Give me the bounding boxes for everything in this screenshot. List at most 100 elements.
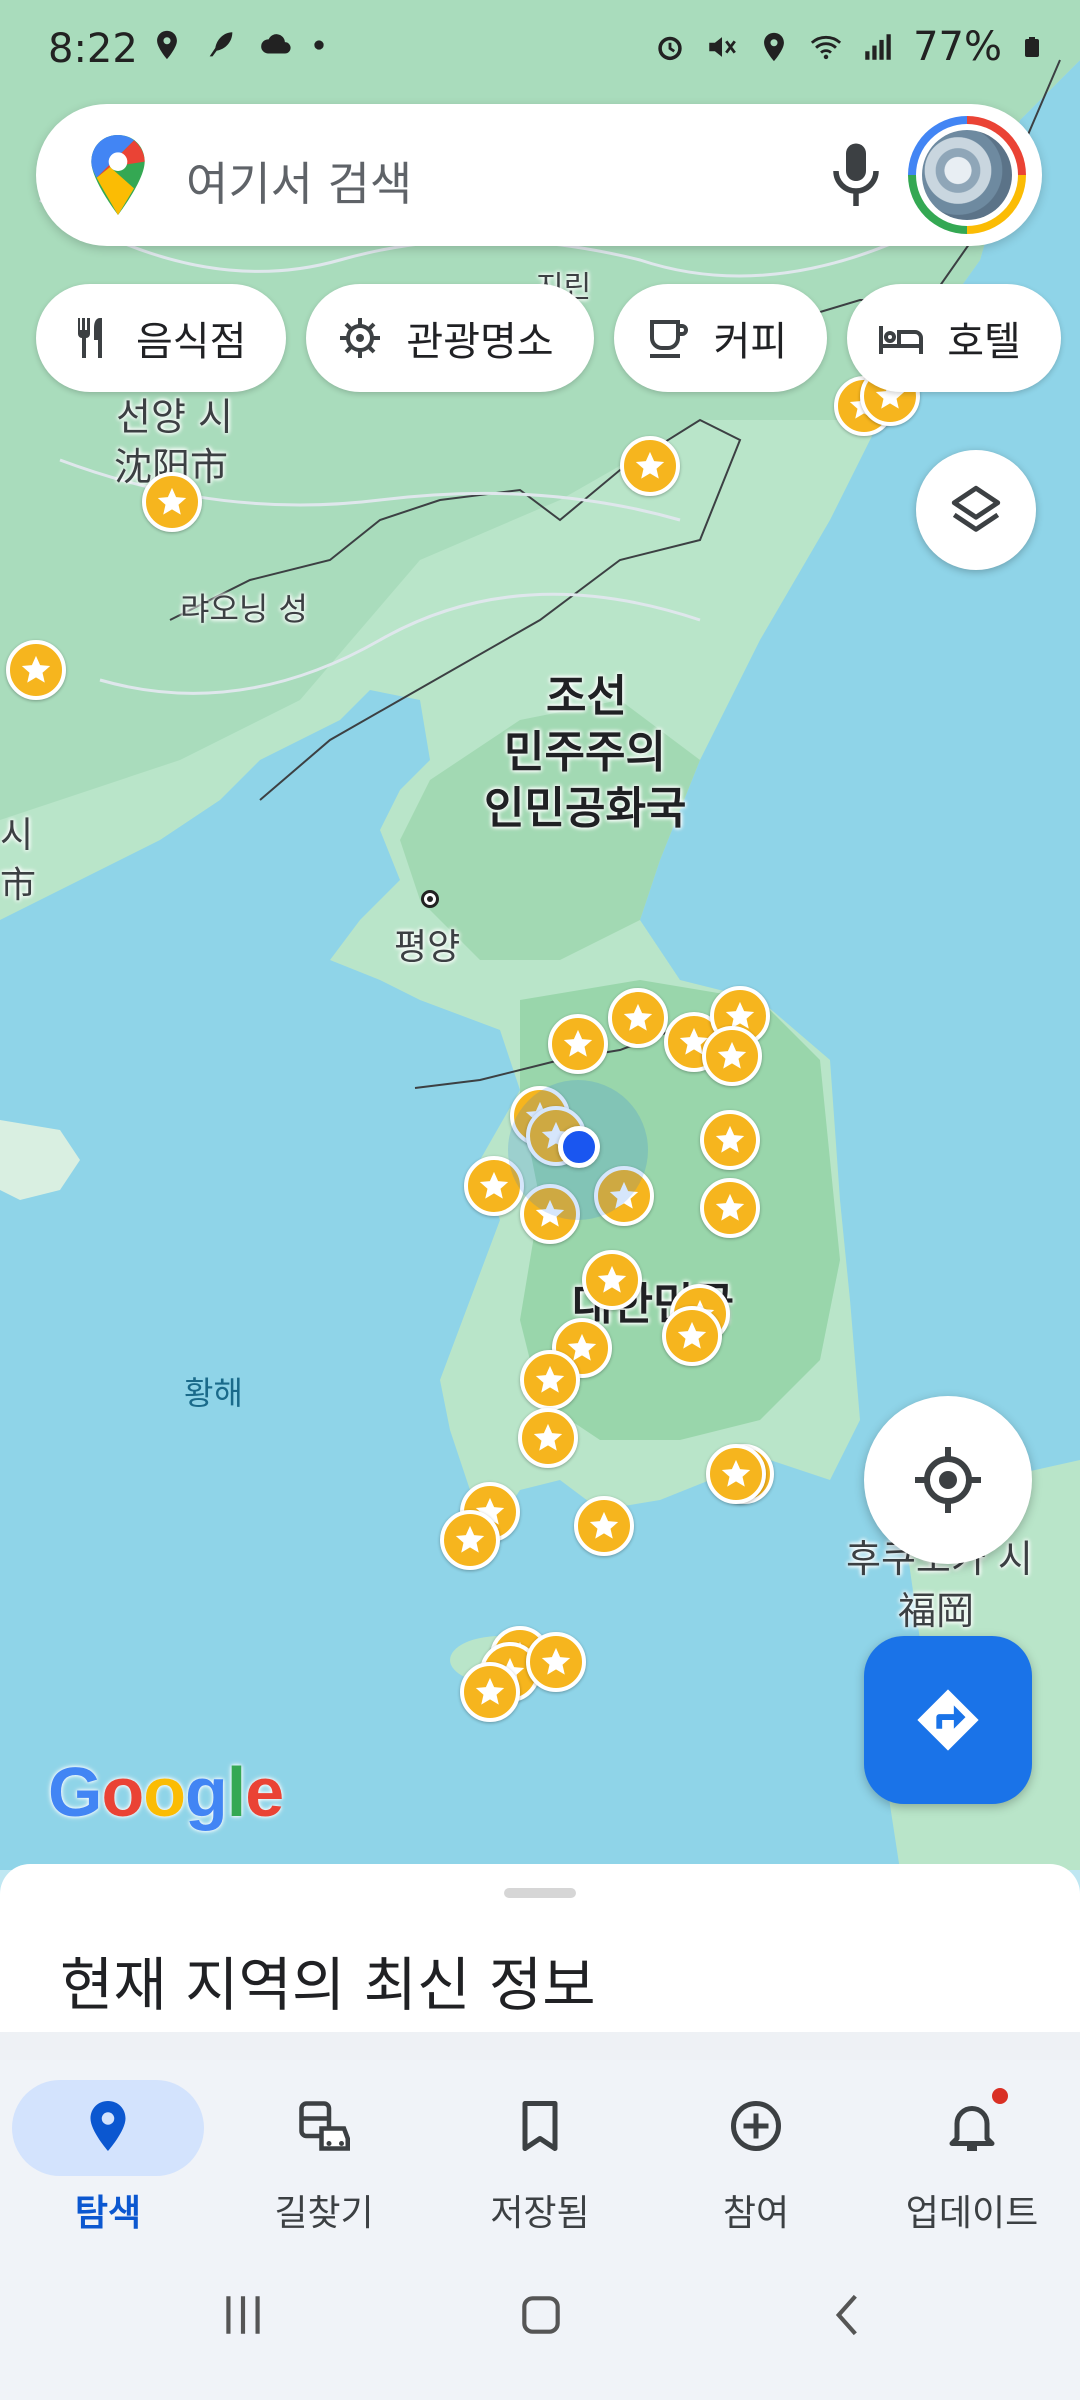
google-logo: Google [48, 1753, 284, 1831]
nav-saved[interactable]: 저장됨 [432, 2060, 648, 2248]
chip-label: 호텔 [947, 319, 1021, 365]
map-label-nk-3: 인민공화국 [484, 783, 687, 834]
nav-explore[interactable]: 탐색 [0, 2060, 216, 2248]
cloud-sync-icon [261, 34, 291, 54]
attraction-star-pin[interactable] [702, 1026, 762, 1086]
battery-percent: 77% [913, 24, 1002, 70]
star-icon [455, 1525, 485, 1553]
nav-contribute[interactable]: 참여 [648, 2060, 864, 2248]
nav-label: 길찾기 [274, 2193, 374, 2234]
star-icon [717, 1041, 747, 1069]
attraction-star-pin[interactable] [520, 1350, 580, 1410]
back-icon[interactable] [822, 2290, 872, 2340]
google-maps-pin-icon [91, 135, 145, 215]
attraction-star-pin[interactable] [574, 1496, 634, 1556]
attraction-star-pin[interactable] [518, 1408, 578, 1468]
attraction-star-pin[interactable] [548, 1014, 608, 1074]
attraction-star-pin[interactable] [620, 436, 680, 496]
attraction-star-pin[interactable] [662, 1306, 722, 1366]
chip-restaurant[interactable]: 음식점 [36, 284, 287, 392]
star-icon [157, 487, 187, 515]
battery-icon [1025, 37, 1039, 57]
chip-hotel[interactable]: 호텔 [847, 284, 1061, 392]
alarm-icon [658, 36, 682, 61]
bell-icon [949, 2106, 995, 2151]
sheet-title: 현재 지역의 최신 정보 [60, 1951, 596, 2019]
home-icon[interactable] [516, 2290, 566, 2340]
star-icon [21, 655, 51, 683]
chip-label: 커피 [713, 319, 788, 365]
nav-label: 업데이트 [905, 2193, 1039, 2234]
search-placeholder[interactable]: 여기서 검색 [186, 148, 412, 214]
map-label-nk-1: 조선 [546, 671, 627, 722]
mute-icon [709, 37, 736, 57]
bottom-navigation: 탐색 길찾기 저장됨 참여 업데이트 [0, 2060, 1080, 2248]
chip-label: 관광명소 [406, 319, 554, 365]
status-time: 8:22 [48, 26, 138, 72]
directions-button[interactable] [864, 1636, 1032, 1804]
crosshair-icon [915, 1447, 981, 1513]
dot-icon [314, 40, 324, 50]
bottom-sheet[interactable]: 현재 지역의 최신 정보 [0, 1864, 1080, 2034]
star-icon [715, 1193, 745, 1221]
wifi-icon [810, 35, 842, 60]
location-icon [764, 32, 785, 62]
chip-label: 음식점 [136, 319, 247, 365]
add-circle-icon [731, 2101, 781, 2151]
microphone-icon[interactable] [826, 140, 886, 212]
coffee-icon [649, 320, 688, 358]
nav-label: 저장됨 [490, 2193, 590, 2234]
chip-coffee[interactable]: 커피 [613, 284, 828, 392]
layers-button[interactable] [916, 450, 1036, 570]
attraction-star-pin[interactable] [440, 1510, 500, 1570]
star-icon [563, 1029, 593, 1057]
attraction-star-pin[interactable] [526, 1632, 586, 1692]
star-icon [589, 1511, 619, 1539]
search-bar[interactable]: 여기서 검색 [36, 104, 1042, 246]
star-icon [721, 1459, 751, 1487]
recent-apps-icon[interactable] [218, 2290, 268, 2340]
avatar-photo [922, 130, 1012, 220]
nav-commute[interactable]: 길찾기 [216, 2060, 432, 2248]
star-icon [635, 451, 665, 479]
star-icon [475, 1677, 505, 1705]
star-icon [623, 1003, 653, 1031]
attraction-star-pin[interactable] [700, 1178, 760, 1238]
star-icon [677, 1321, 707, 1349]
attraction-star-pin[interactable] [582, 1250, 642, 1310]
attraction-star-pin[interactable] [706, 1444, 766, 1504]
status-bar: 8:22 77% [0, 0, 1080, 96]
chip-attraction[interactable]: 관광명소 [306, 284, 594, 392]
attraction-star-pin[interactable] [460, 1662, 520, 1722]
star-icon [597, 1265, 627, 1293]
attraction-star-pin[interactable] [608, 988, 668, 1048]
attraction-icon [340, 318, 381, 358]
category-chips: 음식점 관광명소 커피 호텔 [36, 284, 1061, 392]
attraction-star-pin[interactable] [6, 640, 66, 700]
notification-badge [990, 2086, 1010, 2106]
layers-icon [951, 485, 1001, 532]
attraction-star-pin[interactable] [700, 1110, 760, 1170]
nav-updates[interactable]: 업데이트 [864, 2060, 1080, 2248]
map-label-yellow-sea: 황해 [184, 1374, 243, 1412]
nav-label: 탐색 [74, 2193, 142, 2234]
star-icon [535, 1365, 565, 1393]
map-label-nk-2: 민주주의 [504, 727, 666, 778]
map-label-shenyang-ko: 선양 시 [116, 395, 233, 439]
map-label-left-edge-2: 市 [0, 865, 37, 906]
sheet-divider [0, 2032, 1080, 2060]
bookmark-icon [522, 2101, 558, 2151]
system-navigation-bar [0, 2248, 1080, 2400]
attraction-star-pin[interactable] [142, 472, 202, 532]
commute-icon [299, 2101, 350, 2151]
current-location-dot[interactable] [558, 1126, 600, 1168]
feather-icon [209, 32, 233, 57]
account-avatar[interactable] [908, 116, 1026, 234]
nav-label: 참여 [722, 2193, 790, 2234]
star-icon [533, 1423, 563, 1451]
my-location-button[interactable] [864, 1396, 1032, 1564]
map-label-left-edge-1: 시 [0, 815, 34, 856]
sheet-drag-handle[interactable] [504, 1888, 576, 1898]
city-dot-pyongyang [421, 890, 439, 908]
directions-icon [917, 1689, 979, 1751]
